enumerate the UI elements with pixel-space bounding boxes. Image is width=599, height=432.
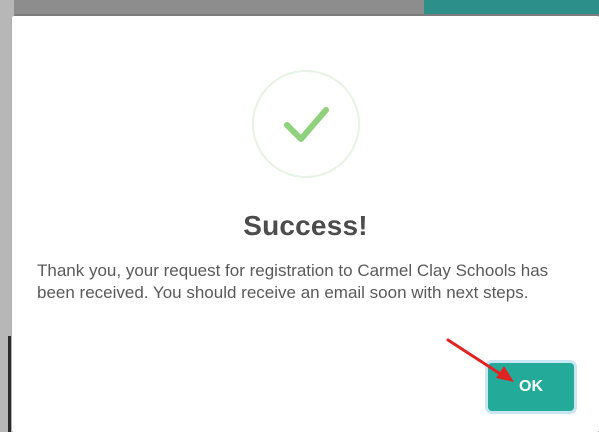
top-accent-strip: [424, 0, 599, 14]
success-icon-circle: [252, 70, 360, 178]
left-panel-divider: [8, 336, 11, 432]
check-icon: [284, 107, 329, 142]
success-dialog: Success! Thank you, your request for reg…: [12, 16, 599, 432]
dialog-title: Success!: [243, 210, 368, 241]
dialog-message: Thank you, your request for registration…: [37, 261, 549, 302]
ok-button[interactable]: OK: [488, 363, 574, 411]
